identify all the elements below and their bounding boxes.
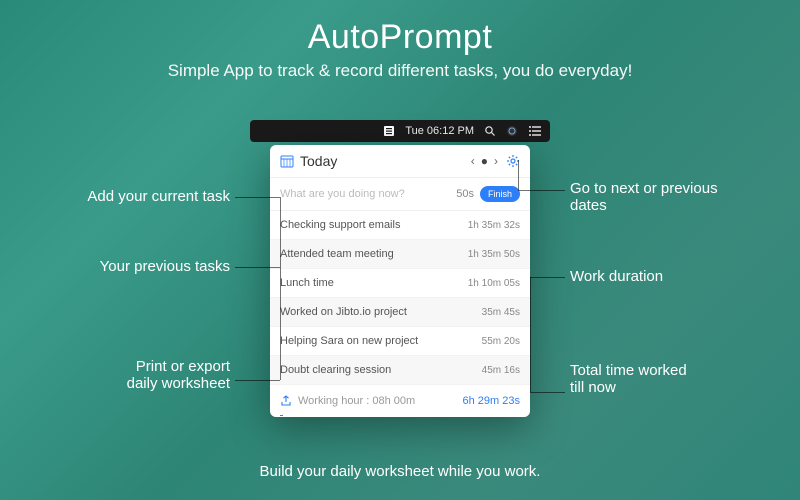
- footer-tagline: Build your daily worksheet while you wor…: [0, 463, 800, 480]
- callout-add-task: Add your current task: [40, 188, 230, 205]
- date-nav: ‹ ● ›: [469, 154, 500, 168]
- task-input[interactable]: What are you doing now?: [280, 188, 456, 200]
- callout-total-time: Total time worked till now: [570, 362, 770, 396]
- export-icon[interactable]: [280, 395, 292, 407]
- task-name: Lunch time: [280, 277, 468, 289]
- task-row[interactable]: Attended team meeting 1h 35m 50s: [270, 240, 530, 269]
- task-name: Checking support emails: [280, 219, 468, 231]
- task-duration: 1h 35m 32s: [468, 220, 520, 231]
- total-time: 6h 29m 23s: [463, 395, 520, 407]
- task-row[interactable]: Helping Sara on new project 55m 20s: [270, 327, 530, 356]
- task-duration: 1h 35m 50s: [468, 249, 520, 260]
- finish-button[interactable]: Finish: [480, 186, 520, 202]
- task-name: Doubt clearing session: [280, 364, 482, 376]
- task-duration: 35m 45s: [482, 307, 520, 318]
- elapsed-time: 50s: [456, 188, 474, 200]
- next-date-button[interactable]: ›: [492, 154, 500, 168]
- task-name: Worked on Jibto.io project: [280, 306, 482, 318]
- task-name: Attended team meeting: [280, 248, 468, 260]
- today-dot[interactable]: ●: [481, 154, 488, 168]
- connector-line: [235, 380, 280, 381]
- connector-line: [530, 277, 565, 278]
- list-icon[interactable]: [528, 125, 542, 137]
- current-task-input-row: What are you doing now? 50s Finish: [270, 178, 530, 211]
- connector-line: [280, 197, 281, 380]
- task-row[interactable]: Checking support emails 1h 35m 32s: [270, 211, 530, 240]
- connector-line: [530, 277, 531, 392]
- connector-line: [518, 160, 519, 190]
- search-icon[interactable]: [484, 125, 496, 137]
- callout-print-export: Print or export daily worksheet: [40, 358, 230, 392]
- task-row[interactable]: Lunch time 1h 10m 05s: [270, 269, 530, 298]
- prev-date-button[interactable]: ‹: [469, 154, 477, 168]
- callout-nav-dates: Go to next or previous dates: [570, 180, 770, 214]
- panel-footer: Working hour : 08h 00m 6h 29m 23s: [270, 385, 530, 417]
- connector-line: [530, 392, 565, 393]
- callout-prev-tasks: Your previous tasks: [40, 258, 230, 275]
- menubar-time: Tue 06:12 PM: [405, 125, 474, 137]
- connector-line: [235, 267, 280, 268]
- connector-line: [235, 197, 280, 198]
- task-row[interactable]: Doubt clearing session 45m 16s: [270, 356, 530, 385]
- task-row[interactable]: Worked on Jibto.io project 35m 45s: [270, 298, 530, 327]
- task-duration: 55m 20s: [482, 336, 520, 347]
- siri-icon[interactable]: [506, 125, 518, 137]
- callout-work-duration: Work duration: [570, 268, 770, 285]
- hero-subtitle: Simple App to track & record different t…: [0, 61, 800, 81]
- task-name: Helping Sara on new project: [280, 335, 482, 347]
- task-duration: 1h 10m 05s: [468, 278, 520, 289]
- tasks-panel: Today ‹ ● › What are you doing now? 50s …: [270, 145, 530, 417]
- panel-title: Today: [300, 153, 469, 169]
- panel-header: Today ‹ ● ›: [270, 145, 530, 178]
- app-menubar-icon[interactable]: [383, 125, 395, 137]
- menubar: Tue 06:12 PM: [250, 120, 550, 142]
- hero-title: AutoPrompt: [0, 18, 800, 57]
- task-duration: 45m 16s: [482, 365, 520, 376]
- connector-line: [518, 190, 565, 191]
- calendar-icon: [280, 154, 294, 168]
- connector-line: [280, 415, 283, 416]
- working-hour-label: Working hour : 08h 00m: [298, 395, 463, 407]
